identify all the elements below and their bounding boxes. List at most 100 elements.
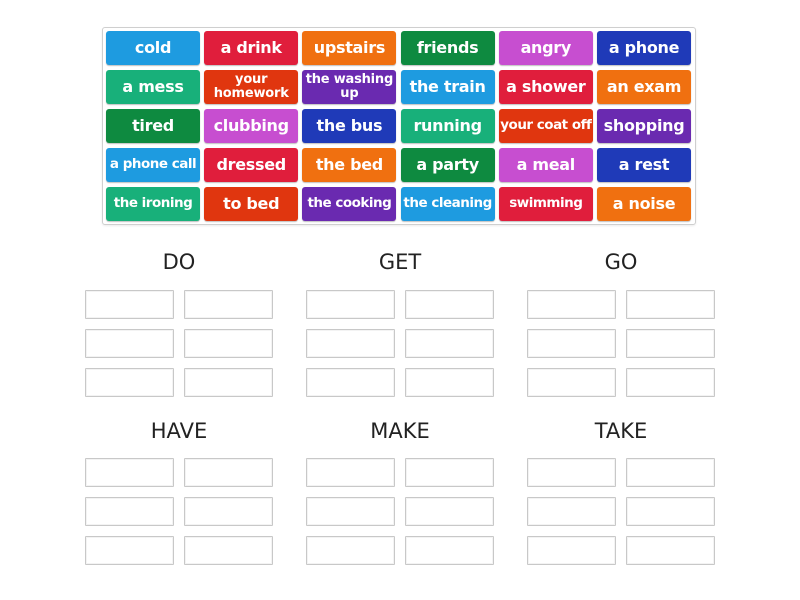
group-title: HAVE [150, 419, 208, 443]
word-tile-label: to bed [223, 194, 280, 213]
word-tile-label: the cleaning [403, 195, 492, 212]
word-tile-label: a meal [516, 155, 576, 174]
word-tile-label: the cooking [307, 195, 392, 212]
drop-slot[interactable] [625, 536, 715, 565]
drop-slot[interactable] [625, 458, 715, 487]
word-tile[interactable]: the bed [302, 148, 397, 182]
group-title: GO [604, 250, 638, 274]
word-tile[interactable]: an exam [597, 70, 691, 104]
word-tile[interactable]: running [400, 109, 495, 143]
word-tile[interactable]: a shower [498, 70, 593, 104]
word-tile[interactable]: shopping [597, 109, 691, 143]
drop-slot[interactable] [404, 290, 494, 319]
word-tile[interactable]: a noise [597, 187, 691, 221]
drop-slot[interactable] [625, 368, 715, 397]
word-tile-label: a drink [220, 38, 282, 57]
word-tile-label: a mess [122, 77, 184, 96]
word-tile[interactable]: a phone call [106, 148, 200, 182]
drop-slot[interactable] [183, 497, 273, 526]
word-tile-label: an exam [606, 77, 682, 96]
word-tile-label: friends [416, 38, 479, 57]
drop-slot[interactable] [183, 458, 273, 487]
word-tile-board: cold a drink upstairs friends angry a phone a … [102, 27, 696, 225]
drop-slot[interactable] [85, 329, 174, 358]
word-tile[interactable]: to bed [204, 187, 299, 221]
drop-slot[interactable] [306, 368, 395, 397]
word-tile-label: a party [416, 155, 479, 174]
word-tile-label: tired [132, 116, 174, 135]
word-tile[interactable]: a meal [498, 148, 593, 182]
drop-slot[interactable] [527, 497, 616, 526]
word-tile[interactable]: angry [498, 31, 593, 65]
word-tile-label: upstairs [313, 38, 386, 57]
drop-slot[interactable] [183, 290, 273, 319]
word-tile-label: a rest [618, 155, 670, 174]
word-tile-label: the bed [315, 155, 383, 174]
drop-slot[interactable] [527, 329, 616, 358]
drop-slot[interactable] [625, 497, 715, 526]
drop-slot[interactable] [404, 368, 494, 397]
drop-slot[interactable] [306, 458, 395, 487]
group-title: MAKE [370, 419, 430, 443]
word-tile[interactable]: cold [106, 31, 200, 65]
word-tile[interactable]: the bus [302, 109, 397, 143]
drop-slot[interactable] [527, 368, 616, 397]
word-tile[interactable]: a party [400, 148, 495, 182]
drop-slot[interactable] [183, 368, 273, 397]
word-tile[interactable]: friends [400, 31, 495, 65]
drop-slot[interactable] [85, 458, 174, 487]
drop-slot[interactable] [183, 329, 273, 358]
word-tile-label: your coat off [500, 117, 592, 134]
word-tile-label: a noise [612, 194, 676, 213]
word-tile-label: the ironing [113, 195, 193, 212]
drop-slot[interactable] [85, 536, 174, 565]
drop-slot[interactable] [625, 329, 715, 358]
word-tile[interactable]: a drink [204, 31, 299, 65]
group-title: DO [162, 250, 196, 274]
drop-slot[interactable] [183, 536, 273, 565]
word-tile-label: a shower [506, 77, 586, 96]
word-tile[interactable]: the washing up [302, 70, 397, 104]
word-tile[interactable]: upstairs [302, 31, 397, 65]
drop-slot[interactable] [306, 329, 395, 358]
group-title: TAKE [594, 419, 648, 443]
word-tile[interactable]: your coat off [498, 109, 593, 143]
word-tile-label: angry [520, 38, 572, 57]
word-tile[interactable]: a rest [597, 148, 691, 182]
drop-slot[interactable] [527, 536, 616, 565]
word-tile-label: the bus [316, 116, 383, 135]
word-tile[interactable]: the ironing [106, 187, 200, 221]
drop-slot[interactable] [85, 497, 174, 526]
word-tile-label: your homework [213, 72, 289, 101]
word-tile[interactable]: the train [400, 70, 495, 104]
drop-slot[interactable] [306, 290, 395, 319]
word-tile[interactable]: dressed [204, 148, 299, 182]
word-tile-label: the washing up [305, 72, 394, 101]
drop-slot[interactable] [404, 536, 494, 565]
word-tile-label: shopping [603, 116, 685, 135]
drop-slot[interactable] [404, 329, 494, 358]
drop-slot[interactable] [527, 290, 616, 319]
word-tile[interactable]: the cooking [302, 187, 397, 221]
drop-slot[interactable] [625, 290, 715, 319]
word-tile-label: clubbing [213, 116, 290, 135]
drop-slot[interactable] [85, 290, 174, 319]
drop-slot[interactable] [527, 458, 616, 487]
word-tile-label: dressed [216, 155, 286, 174]
drop-slot[interactable] [85, 368, 174, 397]
word-tile[interactable]: a phone [597, 31, 691, 65]
group-title: GET [378, 250, 422, 274]
word-tile[interactable]: swimming [498, 187, 593, 221]
word-tile[interactable]: a mess [106, 70, 200, 104]
drop-slot[interactable] [404, 458, 494, 487]
word-tile[interactable]: your homework [204, 70, 299, 104]
word-tile-label: a phone call [109, 156, 197, 173]
drop-slot[interactable] [306, 497, 395, 526]
word-tile[interactable]: tired [106, 109, 200, 143]
word-tile-label: cold [134, 38, 172, 57]
drop-slot[interactable] [404, 497, 494, 526]
word-tile[interactable]: clubbing [204, 109, 299, 143]
word-tile-label: running [413, 116, 482, 135]
drop-slot[interactable] [306, 536, 395, 565]
word-tile[interactable]: the cleaning [400, 187, 495, 221]
